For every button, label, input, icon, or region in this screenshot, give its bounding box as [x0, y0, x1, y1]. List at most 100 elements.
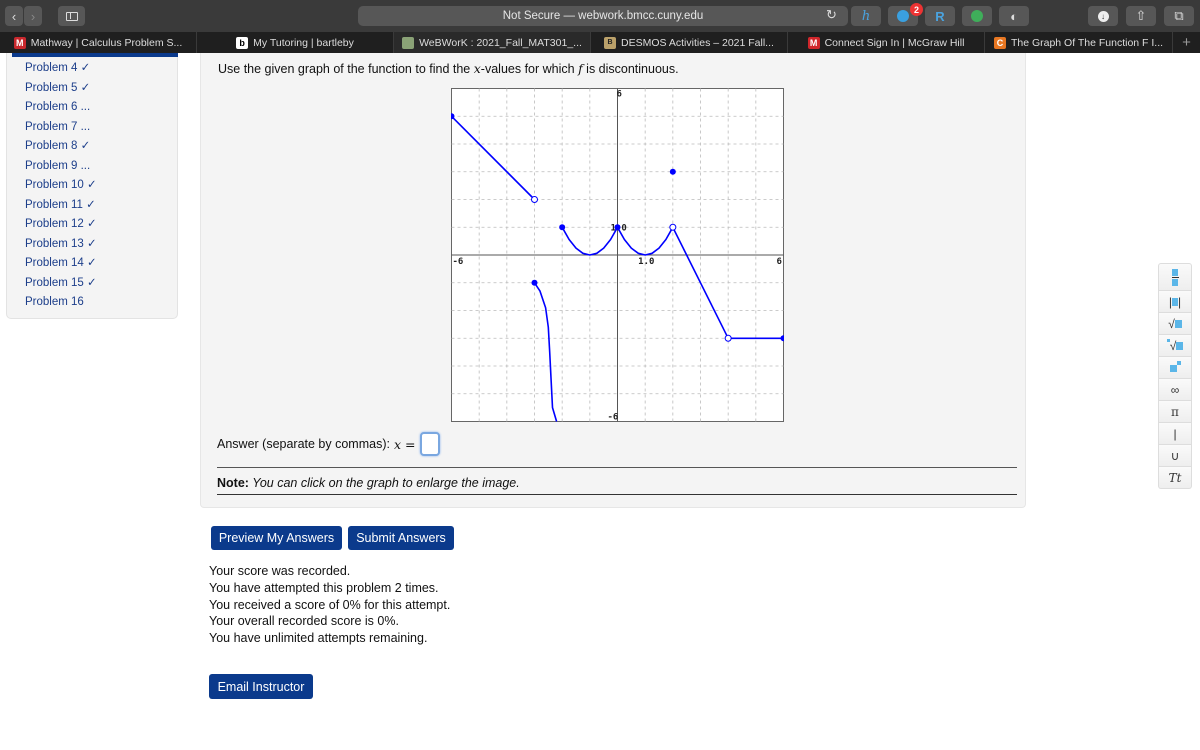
- closed-point: [531, 279, 538, 286]
- pi-icon: π: [1171, 404, 1179, 419]
- infinity-icon: ∞: [1170, 382, 1180, 397]
- tab-bartleby[interactable]: b My Tutoring | bartleby: [197, 32, 394, 53]
- reload-icon[interactable]: ↻: [826, 7, 837, 23]
- sidebar-problem-link[interactable]: Problem 4 ✓: [25, 61, 97, 81]
- tab-mathway[interactable]: M Mathway | Calculus Problem S...: [0, 32, 197, 53]
- union-icon: ∪: [1170, 448, 1180, 463]
- text-icon: Tt: [1168, 470, 1182, 485]
- sqrt-button[interactable]: √: [1158, 313, 1192, 335]
- hypothesis-extension[interactable]: h: [851, 6, 881, 26]
- problem-list-sidebar: Problem 4 ✓ Problem 5 ✓ Problem 6 ... Probl…: [6, 53, 178, 319]
- tick-label-y-min: -6: [608, 413, 619, 423]
- sidebar-problem-link[interactable]: Problem 5 ✓: [25, 81, 97, 101]
- privacy-extension[interactable]: ◐: [999, 6, 1029, 26]
- r-icon: R: [935, 8, 945, 24]
- open-point: [724, 334, 732, 342]
- tab-bar: M Mathway | Calculus Problem S... b My Tut…: [0, 32, 1200, 53]
- forward-button[interactable]: ›: [24, 6, 42, 26]
- text-mode-button[interactable]: Tt: [1158, 467, 1192, 489]
- chegg-icon: C: [993, 36, 1006, 49]
- sidebar-problem-link[interactable]: Problem 11 ✓: [25, 198, 97, 218]
- shield-icon: ◐: [1010, 8, 1018, 24]
- grammarly-icon: [971, 10, 983, 22]
- tick-label-x-min: -6: [453, 257, 464, 267]
- math-input-palette: | | √ √ ∞ π | ∪ Tt: [1158, 263, 1192, 489]
- grammarly-extension[interactable]: [962, 6, 992, 26]
- nth-root-button[interactable]: √: [1158, 335, 1192, 357]
- answer-label: Answer (separate by commas):: [217, 437, 390, 451]
- absolute-value-button[interactable]: | |: [1158, 291, 1192, 313]
- active-problem-indicator: [12, 53, 178, 57]
- address-bar[interactable]: Not Secure — webwork.bmcc.cuny.edu: [358, 6, 848, 26]
- sidebar-problem-link[interactable]: Problem 14 ✓: [25, 256, 97, 276]
- status-line: Your score was recorded.: [209, 564, 351, 578]
- note: Note: You can click on the graph to enla…: [217, 476, 520, 490]
- sidebar-problem-link[interactable]: Problem 6 ...: [25, 100, 97, 120]
- function-graph[interactable]: 6-6-661.01.0: [451, 88, 784, 422]
- downloads-button[interactable]: ↓: [1088, 6, 1118, 26]
- back-button[interactable]: ‹: [5, 6, 23, 26]
- preview-answers-button[interactable]: Preview My Answers: [211, 526, 342, 550]
- share-button[interactable]: ⇧: [1126, 6, 1156, 26]
- closed-point: [614, 224, 621, 231]
- closed-point: [669, 168, 676, 175]
- mcgraw-icon: M: [807, 36, 820, 49]
- divider: [217, 467, 1017, 468]
- sidebar-problem-link[interactable]: Problem 10 ✓: [25, 178, 97, 198]
- tick-label-x-unit: 1.0: [638, 257, 654, 267]
- mathway-icon: M: [13, 36, 26, 49]
- notification-badge: 2: [910, 3, 923, 16]
- status-line: You have attempted this problem 2 times.: [209, 580, 439, 595]
- bartleby-icon: b: [236, 36, 249, 49]
- tick-label-x-max: 6: [777, 257, 782, 267]
- tab-overview-button[interactable]: ⧉: [1164, 6, 1194, 26]
- sidebar-problem-link[interactable]: Problem 15 ✓: [25, 276, 97, 296]
- tick-label-y-max: 6: [617, 90, 622, 100]
- tab-webwork[interactable]: WeBWorK : 2021_Fall_MAT301_...: [394, 32, 591, 53]
- sidebar-problem-link[interactable]: Problem 13 ✓: [25, 237, 97, 257]
- absolute-value-icon: | |: [1168, 294, 1182, 309]
- sidebar-toggle-button[interactable]: [58, 6, 85, 26]
- bar-icon: |: [1173, 426, 1177, 441]
- tab-mcgraw[interactable]: M Connect Sign In | McGraw Hill: [788, 32, 985, 53]
- sidebar-problem-link[interactable]: Problem 8 ✓: [25, 139, 97, 159]
- hypothesis-icon: h: [861, 8, 871, 24]
- sidebar-icon: [65, 11, 78, 21]
- desmos-icon: B: [604, 36, 617, 49]
- sidebar-problem-link[interactable]: Problem 7 ...: [25, 120, 97, 140]
- answer-input[interactable]: [419, 432, 440, 456]
- exponent-button[interactable]: [1158, 357, 1192, 379]
- new-tab-button[interactable]: +: [1173, 32, 1200, 53]
- sidebar-problem-link[interactable]: Problem 12 ✓: [25, 217, 97, 237]
- score-status: Your score was recorded. You have attempt…: [209, 563, 450, 647]
- fraction-icon: [1171, 268, 1179, 286]
- infinity-button[interactable]: ∞: [1158, 379, 1192, 401]
- sqrt-icon: √: [1168, 317, 1182, 331]
- chevron-right-icon: ›: [30, 8, 36, 24]
- closed-point: [559, 224, 566, 231]
- share-icon: ⇧: [1135, 8, 1147, 23]
- sidebar-problem-link[interactable]: Problem 9 ...: [25, 159, 97, 179]
- status-line: You received a score of 0% for this atte…: [209, 597, 451, 612]
- download-icon: ↓: [1097, 10, 1109, 22]
- tab-desmos[interactable]: B DESMOS Activities – 2021 Fall...: [591, 32, 788, 53]
- union-button[interactable]: ∪: [1158, 445, 1192, 467]
- chevron-left-icon: ‹: [11, 8, 17, 24]
- sidebar-problem-link[interactable]: Problem 16: [25, 295, 97, 315]
- problem-list: Problem 4 ✓ Problem 5 ✓ Problem 6 ... Probl…: [25, 61, 97, 315]
- pi-button[interactable]: π: [1158, 401, 1192, 423]
- email-instructor-button[interactable]: Email Instructor: [209, 674, 313, 699]
- answer-row: Answer (separate by commas): x =: [217, 432, 440, 456]
- submit-answers-button[interactable]: Submit Answers: [348, 526, 454, 550]
- r-extension[interactable]: R: [925, 6, 955, 26]
- tabs-icon: ⧉: [1174, 8, 1184, 23]
- status-line: You have unlimited attempts remaining.: [209, 631, 428, 646]
- fraction-button[interactable]: [1158, 263, 1192, 291]
- browser-toolbar: ‹ › Not Secure — webwork.bmcc.cuny.edu ↻…: [0, 0, 1200, 32]
- bar-button[interactable]: |: [1158, 423, 1192, 445]
- divider: [217, 494, 1017, 495]
- open-point: [531, 196, 538, 203]
- open-point: [669, 223, 677, 231]
- tab-chegg[interactable]: C The Graph Of The Function F I...: [985, 32, 1173, 53]
- webwork-icon: [402, 36, 415, 49]
